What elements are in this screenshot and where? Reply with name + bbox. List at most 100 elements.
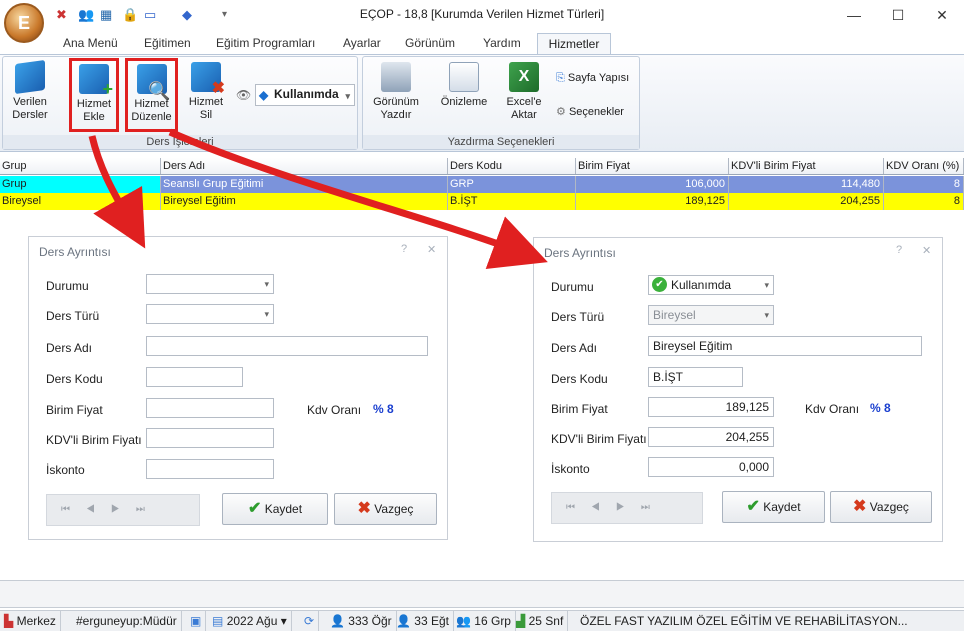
help-icon[interactable]: ? [401, 243, 407, 255]
tab-ayarlar[interactable]: Ayarlar [343, 36, 381, 50]
ribbon-group-label: Ders İşlemleri [3, 135, 357, 149]
chevron-down-icon: ▾ [264, 279, 269, 289]
chevron-down-icon: ▾ [764, 280, 769, 290]
save-button[interactable]: ✔ Kaydet [222, 493, 328, 525]
label-ders-turu: Ders Türü [46, 309, 100, 323]
column-header[interactable]: Grup [0, 158, 161, 174]
status-calendar-icon[interactable]: ▣ [186, 611, 207, 631]
status-panel [0, 580, 964, 608]
check-icon: ✔ [746, 498, 760, 515]
tab-ana-menu[interactable]: Ana Menü [63, 36, 118, 50]
birim-fiyat-field[interactable]: 189,125 [648, 397, 774, 417]
label-durumu: Durumu [46, 279, 89, 293]
ders-adi-field[interactable] [146, 336, 428, 356]
grid-cell: B.İŞT [448, 193, 576, 210]
status-egt[interactable]: 👤 33 Eğt [392, 611, 454, 631]
filter-status-icon: ◆ [259, 88, 269, 102]
ders-adi-field[interactable]: Bireysel Eğitim [648, 336, 922, 356]
column-header[interactable]: Ders Kodu [448, 158, 576, 174]
tab-yardim[interactable]: Yardım [483, 36, 521, 50]
column-header[interactable]: KDV'li Birim Fiyat [729, 158, 884, 174]
secenekler-button[interactable]: ⚙ Seçenekler [556, 105, 624, 118]
durumu-select[interactable]: ✔ Kullanımda ▾ [648, 275, 774, 295]
kdvli-birim-fiyat-field[interactable] [146, 428, 274, 448]
table-row[interactable]: Bireysel Bireysel Eğitim B.İŞT 189,125 2… [0, 193, 964, 210]
hizmet-duzenle-button[interactable]: 🔍 Hizmet Düzenle [125, 58, 178, 132]
close-button[interactable]: ✕ [920, 2, 964, 28]
status-organization: ÖZEL FAST YAZILIM ÖZEL EĞİTİM VE REHABİL… [580, 614, 908, 628]
ders-kodu-field[interactable] [146, 367, 243, 387]
label-ders-kodu: Ders Kodu [46, 372, 103, 386]
status-user[interactable]: #erguneyup:Müdür [72, 611, 182, 631]
status-snf[interactable]: ▟ 25 Snf [512, 611, 569, 631]
maximize-button[interactable]: ☐ [876, 2, 920, 28]
check-icon: ✔ [247, 500, 262, 517]
active-status-icon: ✔ [652, 277, 667, 292]
calendar-icon: ▤ [212, 614, 224, 628]
hizmet-ekle-button[interactable]: + Hizmet Ekle [69, 58, 119, 132]
onizleme-button[interactable]: Önizleme [436, 62, 492, 109]
hizmet-sil-button[interactable]: ✖ Hizmet Sil [184, 62, 228, 122]
birim-fiyat-field[interactable] [146, 398, 274, 418]
verilen-dersler-button[interactable]: Verilen Dersler [6, 59, 54, 122]
tab-egitimen[interactable]: Eğitimen [144, 36, 191, 50]
save-button[interactable]: ✔ Kaydet [722, 491, 825, 523]
close-icon[interactable]: ✕ [427, 243, 436, 256]
grid-cell: 8 [884, 193, 964, 210]
grid-cell: Seanslı Grup Eğitimi [161, 176, 448, 193]
kdvli-birim-fiyat-field[interactable]: 204,255 [648, 427, 774, 447]
label-ders-adi: Ders Adı [551, 341, 598, 355]
chevron-down-icon: ▾ [764, 310, 769, 320]
verilen-dersler-label: Verilen Dersler [12, 96, 48, 121]
record-navigator[interactable]: ⏮◀▶⏭ [46, 494, 200, 526]
tab-gorunum[interactable]: Görünüm [405, 36, 455, 50]
dialog-title: Ders Ayrıntısı [39, 245, 111, 259]
close-icon[interactable]: ✕ [922, 244, 931, 257]
durumu-select[interactable]: ▾ [146, 274, 274, 294]
grid-cell: 189,125 [576, 193, 729, 210]
add-service-icon: + [79, 64, 113, 98]
minimize-button[interactable]: — [832, 2, 876, 28]
ders-kodu-field[interactable]: B.İŞT [648, 367, 743, 387]
record-navigator[interactable]: ⏮◀▶⏭ [551, 492, 703, 524]
table-row[interactable]: Grup Seanslı Grup Eğitimi GRP 106,000 11… [0, 176, 964, 193]
column-header[interactable]: Birim Fiyat [576, 158, 729, 174]
cancel-button[interactable]: ✖ Vazgeç [334, 493, 437, 525]
gorunum-yazdir-button[interactable]: Görünüm Yazdır [368, 62, 424, 122]
grid-cell: Bireysel [0, 193, 161, 210]
ders-turu-select[interactable]: ▾ [146, 304, 274, 324]
excel-icon: X [509, 62, 539, 92]
sayfa-yapisi-button[interactable]: ⎘ Sayfa Yapısı [556, 72, 629, 85]
status-grp[interactable]: 👥 16 Grp [452, 611, 516, 631]
gorunum-yazdir-label: Görünüm Yazdır [373, 96, 419, 121]
tab-hizmetler[interactable]: Hizmetler [537, 33, 611, 55]
status-date-label: 2022 Ağu [226, 614, 278, 628]
status-ogr[interactable]: 👤 333 Öğr [326, 611, 397, 631]
chevron-down-icon: ▾ [264, 309, 269, 319]
grid-header: Grup Ders Adı Ders Kodu Birim Fiyat KDV'… [0, 158, 964, 175]
save-label: Kaydet [763, 500, 801, 514]
tab-egitim-programlari[interactable]: Eğitim Programları [216, 36, 315, 50]
hizmet-ekle-label: Hizmet Ekle [76, 98, 112, 123]
status-refresh-icon[interactable]: ⟳ [300, 611, 320, 631]
cancel-button[interactable]: ✖ Vazgeç [830, 491, 932, 523]
cancel-icon: ✖ [853, 498, 867, 515]
label-ders-turu: Ders Türü [551, 310, 605, 324]
excel-aktar-button[interactable]: X Excel'e Aktar [500, 62, 548, 122]
delete-service-icon: ✖ [191, 62, 225, 97]
iskonto-field[interactable] [146, 459, 274, 479]
column-header[interactable]: KDV Oranı (%) [884, 158, 964, 174]
status-date[interactable]: ▤ 2022 Ağu ▾ [208, 611, 292, 631]
app-menu-button[interactable]: E [4, 3, 44, 43]
preview-icon [449, 62, 479, 92]
durumu-value: Kullanımda [671, 278, 732, 292]
grid-cell: 106,000 [576, 176, 729, 193]
status-filter-select[interactable]: ◆ Kullanımda ▾ [255, 84, 355, 106]
iskonto-field[interactable]: 0,000 [648, 457, 774, 477]
column-header[interactable]: Ders Adı [161, 158, 448, 174]
dialog-hizmet-duzenle: Ders Ayrıntısı ? ✕ Durumu ✔ Kullanımda ▾ D… [533, 237, 943, 542]
grid-cell: 8 [884, 176, 964, 193]
help-icon[interactable]: ? [896, 244, 902, 256]
cancel-label: Vazgeç [374, 502, 414, 516]
status-merkez[interactable]: ▙ Merkez [0, 611, 61, 631]
